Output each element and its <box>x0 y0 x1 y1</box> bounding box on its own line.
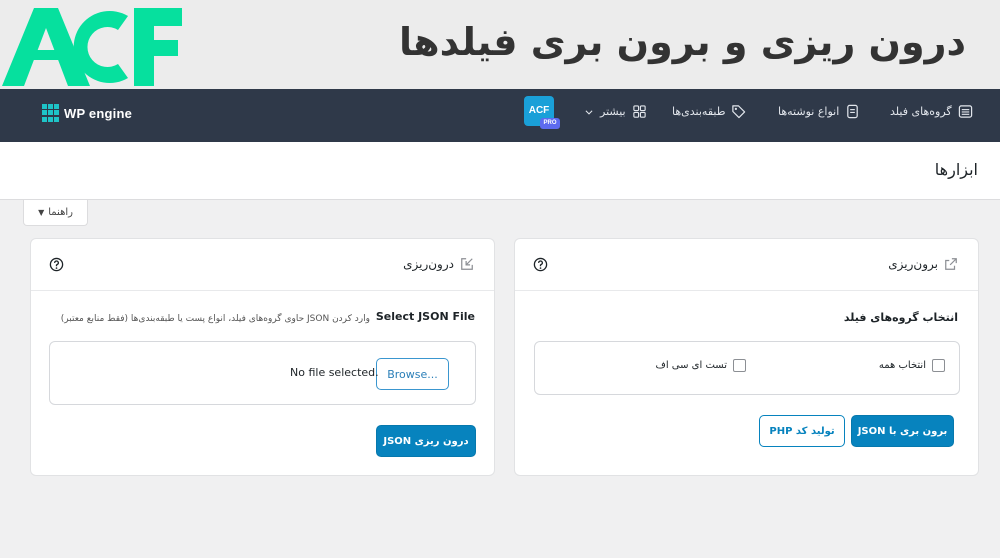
wp-engine-logo[interactable]: WP engine <box>42 104 132 122</box>
acf-pro-badge[interactable]: ACF PRO <box>524 96 560 130</box>
external-link-icon <box>945 258 957 270</box>
help-tab[interactable]: راهنما ▼ <box>23 200 88 226</box>
page-header: ابزارها <box>0 142 1000 200</box>
acf-test-checkbox[interactable]: تست ای سی اف <box>655 359 746 372</box>
acf-logo <box>2 8 182 86</box>
import-panel-title: درون‌ریزی <box>403 257 474 271</box>
pro-label: PRO <box>540 118 560 129</box>
checkbox-square[interactable] <box>733 359 746 372</box>
help-tab-label: راهنما <box>48 207 73 218</box>
nav-item-field-groups[interactable]: گروه‌های فیلد <box>890 104 973 119</box>
checkbox-label: تست ای سی اف <box>655 360 727 371</box>
checkbox-label: انتخاب همه <box>878 360 926 371</box>
select-all-checkbox[interactable]: انتخاب همه <box>879 359 945 372</box>
file-status: No file selected. <box>290 366 379 379</box>
export-panel-title: برون‌ریزی <box>888 257 958 271</box>
field-group-checkbox-list: انتخاب همه تست ای سی اف <box>534 341 960 395</box>
question-circle-icon[interactable] <box>533 257 548 272</box>
import-json-button[interactable]: درون ریزی JSON <box>376 425 476 457</box>
nav-item-more[interactable]: بیشتر <box>584 104 647 119</box>
checkbox-square[interactable] <box>932 359 945 372</box>
tag-icon <box>732 105 746 119</box>
browse-button[interactable]: Browse... <box>376 358 449 390</box>
select-field-groups-label: انتخاب گروه‌های فیلد <box>843 311 958 324</box>
select-json-file-label: Select JSON File <box>375 310 475 323</box>
nav-item-post-types[interactable]: انواع نوشته‌ها <box>778 104 860 119</box>
nav-item-label: بیشتر <box>600 105 626 118</box>
import-description: وارد کردن JSON حاوی گروه‌های فیلد، انواع… <box>60 314 370 324</box>
export-json-button[interactable]: برون بری با JSON <box>851 415 954 447</box>
generate-php-button[interactable]: تولید کد PHP <box>759 415 845 447</box>
import-title-text: درون‌ریزی <box>403 257 454 271</box>
file-input-area: Browse... No file selected. <box>49 341 476 405</box>
grid-icon <box>632 105 646 118</box>
nav-item-taxonomies[interactable]: طبقه‌بندی‌ها <box>672 104 746 119</box>
caret-down-icon: ▼ <box>38 208 45 217</box>
banner-title: درون ریزی و برون بری فیلدها <box>399 20 966 64</box>
list-icon <box>958 105 972 118</box>
nav-item-label: طبقه‌بندی‌ها <box>672 105 726 118</box>
question-circle-icon[interactable] <box>49 257 64 272</box>
wp-engine-grid-icon <box>42 104 60 122</box>
chevron-down-icon <box>585 109 593 115</box>
document-icon <box>847 104 859 119</box>
export-panel-header: برون‌ریزی <box>515 239 978 291</box>
nav-item-label: گروه‌های فیلد <box>890 105 952 118</box>
banner: درون ریزی و برون بری فیلدها <box>0 0 1000 89</box>
nav-item-label: انواع نوشته‌ها <box>778 105 840 118</box>
import-panel-header: درون‌ریزی <box>31 239 494 291</box>
top-navigation: WP engine ACF PRO گروه‌های فیلد انواع نو… <box>0 89 1000 142</box>
import-panel: درون‌ریزی Select JSON File وارد کردن JSO… <box>30 238 495 476</box>
export-title-text: برون‌ریزی <box>888 257 938 271</box>
import-icon <box>461 258 473 270</box>
export-panel: برون‌ریزی انتخاب گروه‌های فیلد انتخاب هم… <box>514 238 979 476</box>
page-title: ابزارها <box>934 160 978 179</box>
wp-engine-logo-text: WP engine <box>64 105 133 121</box>
